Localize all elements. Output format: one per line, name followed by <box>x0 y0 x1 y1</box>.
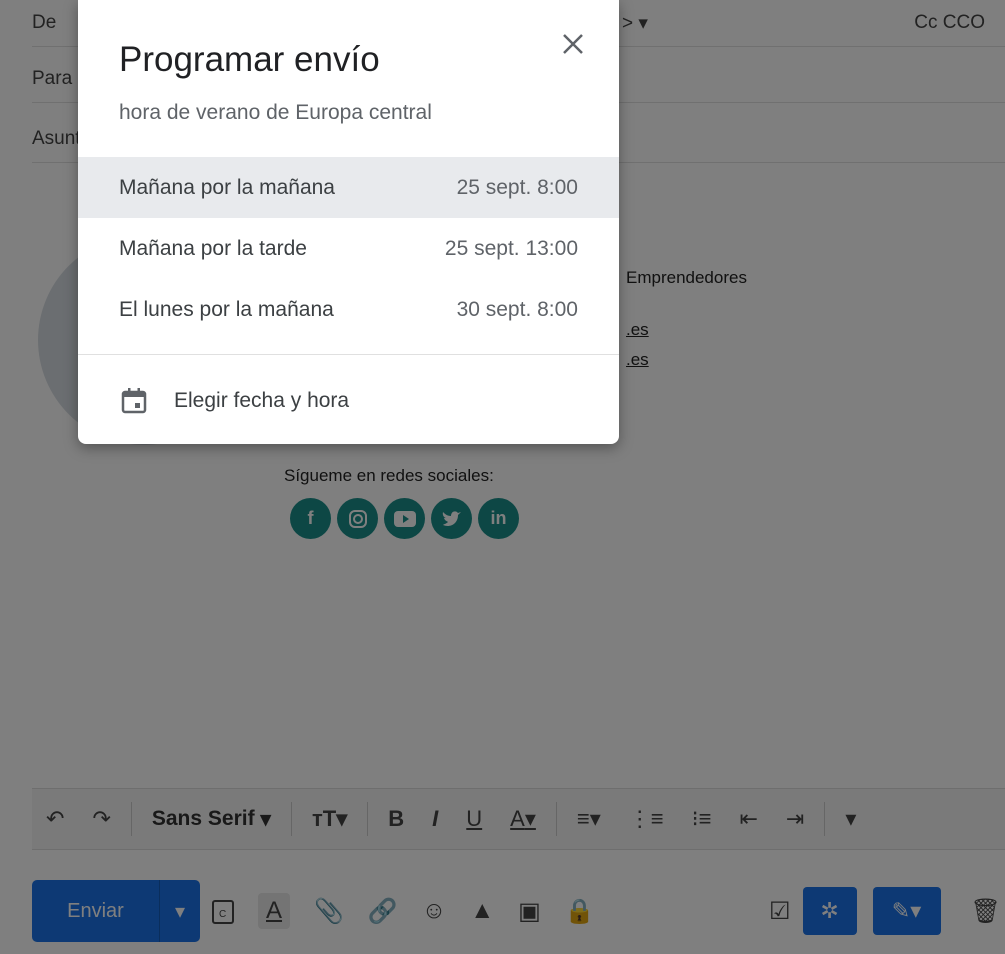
close-icon[interactable] <box>557 28 589 60</box>
pick-date-time-label: Elegir fecha y hora <box>174 389 350 412</box>
schedule-option-tomorrow-afternoon[interactable]: Mañana por la tarde 25 sept. 13:00 <box>78 218 619 279</box>
dialog-divider <box>78 354 619 355</box>
option-name: Mañana por la mañana <box>119 175 335 199</box>
option-name: Mañana por la tarde <box>119 236 307 260</box>
option-time: 30 sept. 8:00 <box>456 297 578 321</box>
option-name: El lunes por la mañana <box>119 297 334 321</box>
pick-date-time-option[interactable]: Elegir fecha y hora <box>78 365 619 437</box>
schedule-option-monday-morning[interactable]: El lunes por la mañana 30 sept. 8:00 <box>78 279 619 340</box>
schedule-send-dialog: Programar envío hora de verano de Europa… <box>78 0 619 444</box>
dialog-timezone: hora de verano de Europa central <box>119 101 432 124</box>
option-time: 25 sept. 13:00 <box>444 236 578 260</box>
option-time: 25 sept. 8:00 <box>456 175 578 199</box>
schedule-option-tomorrow-morning[interactable]: Mañana por la mañana 25 sept. 8:00 <box>78 157 619 218</box>
dialog-title: Programar envío <box>119 40 380 79</box>
calendar-icon <box>120 387 148 415</box>
